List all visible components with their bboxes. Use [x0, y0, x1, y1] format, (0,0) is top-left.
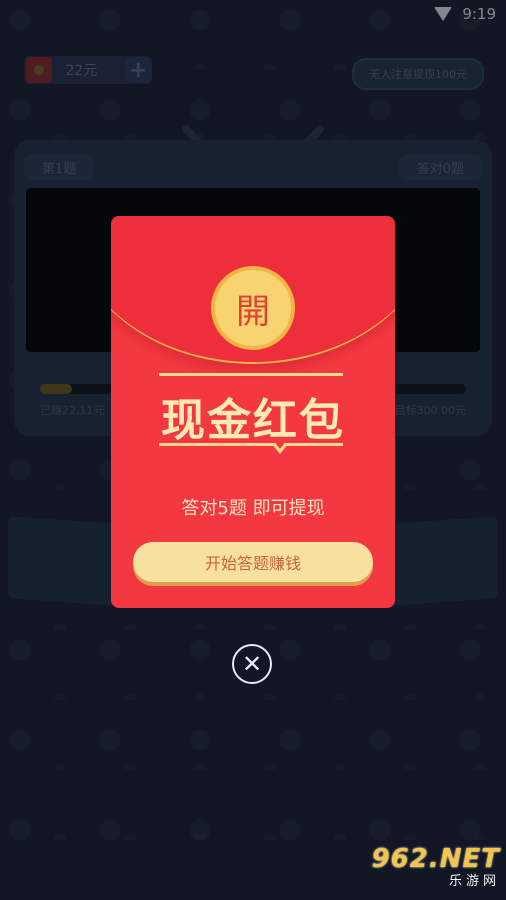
close-icon[interactable]: ✕	[232, 644, 272, 684]
speech-bubble-tail	[271, 441, 289, 454]
title-divider-top	[159, 373, 343, 376]
start-quiz-button[interactable]: 开始答题赚钱	[133, 542, 373, 582]
watermark-text: 乐游网	[448, 874, 500, 889]
packet-title: 现金红包	[161, 395, 345, 446]
red-packet-modal: 開 现金红包 答对5题 即可提现 开始答题赚钱	[111, 216, 395, 608]
site-watermark: 962.NET 乐游网	[368, 844, 500, 894]
open-seal-button[interactable]: 開	[211, 266, 295, 350]
title-divider-bottom	[159, 443, 343, 446]
packet-subtitle: 答对5题 即可提现	[181, 498, 325, 519]
